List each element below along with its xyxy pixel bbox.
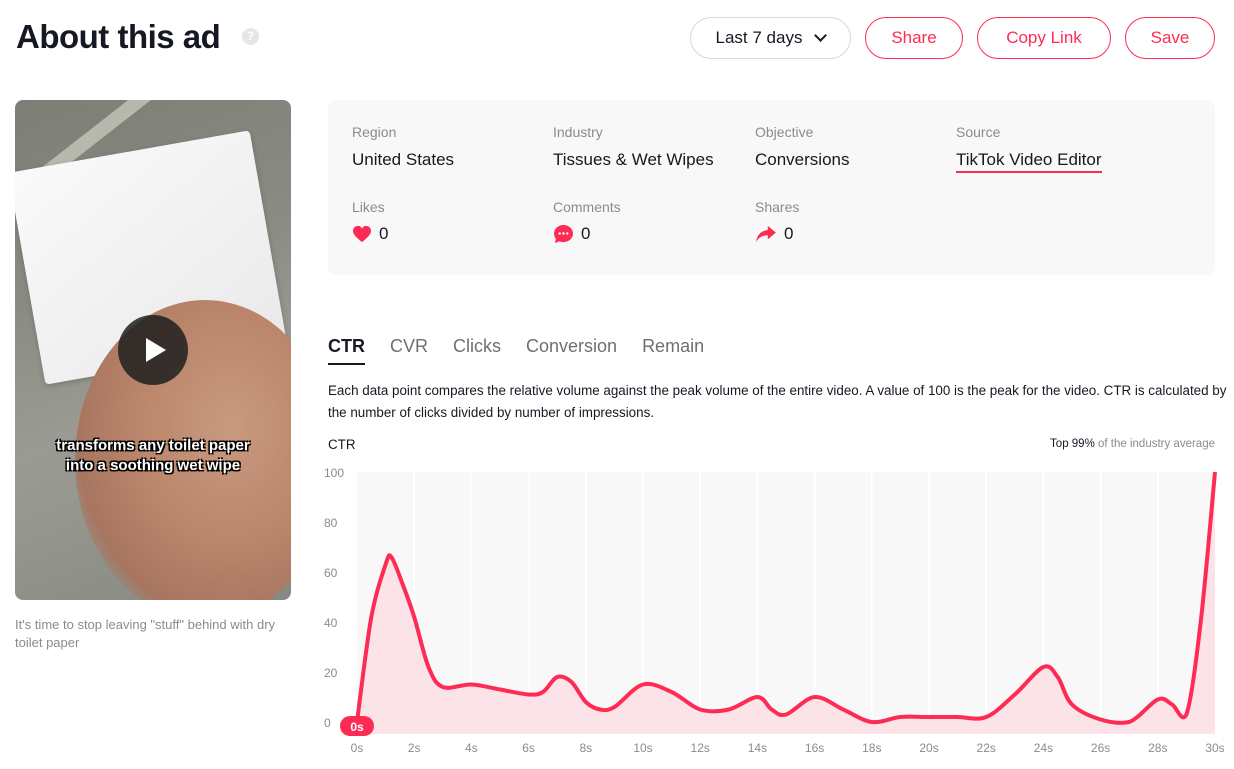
video-caption-overlay: transforms any toilet paper into a sooth… <box>15 436 291 476</box>
question-circle-icon[interactable]: ? <box>242 28 259 45</box>
x-tick-label: 22s <box>977 741 996 755</box>
info-label: Likes <box>352 199 385 215</box>
info-likes: Likes 0 <box>352 199 388 244</box>
industry-rank-text: of the industry average <box>1094 438 1215 450</box>
share-arrow-icon <box>756 225 776 243</box>
top-actions: Last 7 days Share Copy Link Save <box>690 17 1215 59</box>
save-button[interactable]: Save <box>1125 17 1215 59</box>
x-tick-label: 8s <box>579 741 592 755</box>
x-tick-label: 28s <box>1148 741 1167 755</box>
y-tick-label: 20 <box>324 666 338 680</box>
x-tick-label: 6s <box>522 741 535 755</box>
info-value: Tissues & Wet Wipes <box>553 150 714 169</box>
heart-icon <box>353 225 371 243</box>
play-button[interactable] <box>118 315 188 385</box>
tab-remain[interactable]: Remain <box>642 336 704 365</box>
info-label: Comments <box>553 199 621 215</box>
date-range-label: Last 7 days <box>715 28 803 47</box>
y-tick-label: 0 <box>324 716 331 730</box>
page-title: About this ad <box>16 18 221 55</box>
x-tick-label: 20s <box>919 741 938 755</box>
x-tick-label: 4s <box>465 741 478 755</box>
info-label: Industry <box>553 124 603 140</box>
tab-cvr[interactable]: CVR <box>390 336 428 365</box>
tab-ctr[interactable]: CTR <box>328 336 365 365</box>
info-label: Shares <box>755 199 800 215</box>
info-shares: Shares 0 <box>755 199 799 244</box>
video-player[interactable]: transforms any toilet paper into a sooth… <box>15 100 291 600</box>
x-tick-label: 14s <box>748 741 767 755</box>
shares-count: 0 <box>784 224 794 243</box>
share-button[interactable]: Share <box>865 17 963 59</box>
info-source: Source TikTok Video Editor <box>956 124 1102 173</box>
y-tick-label: 100 <box>324 466 344 480</box>
ctr-chart: 0 20 40 60 80 100 0s 2s 4s 6s 8s 10s 12s 14s 16s 18s 20… <box>324 466 1225 755</box>
comment-icon <box>553 224 574 244</box>
x-tick-label: 18s <box>862 741 881 755</box>
x-tick-label: 16s <box>805 741 824 755</box>
info-label: Objective <box>755 124 814 140</box>
x-tick-label: 24s <box>1034 741 1053 755</box>
x-tick-label: 0s <box>351 741 364 755</box>
info-region: Region United States <box>352 124 454 170</box>
play-icon <box>145 338 166 362</box>
tab-conversion[interactable]: Conversion <box>526 336 617 365</box>
x-tick-label: 30s <box>1205 741 1224 755</box>
industry-rank-value: Top 99% <box>1050 438 1095 450</box>
y-tick-label: 80 <box>324 516 338 530</box>
copy-link-button[interactable]: Copy Link <box>977 17 1111 59</box>
video-caption-line: transforms any toilet paper <box>56 437 250 454</box>
info-label: Region <box>352 124 397 140</box>
x-tick-label: 12s <box>691 741 710 755</box>
info-value: Conversions <box>755 150 850 169</box>
x-tick-label: 26s <box>1091 741 1110 755</box>
x-axis-ticks: 0s 2s 4s 6s 8s 10s 12s 14s 16s 18s 20s 22s 24s 26s 28s… <box>351 741 1225 755</box>
metric-tabs: CTR CVR Clicks Conversion Remain <box>328 336 704 365</box>
time-marker[interactable]: 0s <box>340 716 374 736</box>
tab-clicks[interactable]: Clicks <box>453 336 501 365</box>
y-axis-ticks: 0 20 40 60 80 100 <box>324 466 344 730</box>
chart-description: Each data point compares the relative vo… <box>328 383 1227 420</box>
info-comments: Comments 0 <box>553 199 621 244</box>
video-caption-line: into a soothing wet wipe <box>65 457 241 474</box>
info-label: Source <box>956 124 1001 140</box>
likes-count: 0 <box>379 224 389 243</box>
info-objective: Objective Conversions <box>755 124 850 170</box>
y-tick-label: 40 <box>324 616 338 630</box>
info-industry: Industry Tissues & Wet Wipes <box>553 124 714 170</box>
comments-count: 0 <box>581 224 591 243</box>
chevron-down-icon <box>814 29 828 42</box>
date-range-dropdown[interactable]: Last 7 days <box>690 17 851 59</box>
source-link[interactable]: TikTok Video Editor <box>956 150 1102 173</box>
time-marker-label: 0s <box>350 720 364 734</box>
x-tick-label: 2s <box>408 741 421 755</box>
ad-info-card: Region United States Industry Tissues & … <box>328 100 1215 275</box>
industry-rank: Top 99% of the industry average <box>1050 438 1215 450</box>
x-tick-label: 10s <box>633 741 652 755</box>
info-value: United States <box>352 150 455 169</box>
ad-description: It's time to stop leaving "stuff" behind… <box>15 617 276 650</box>
chart-metric-label: CTR <box>328 437 356 452</box>
y-tick-label: 60 <box>324 566 338 580</box>
